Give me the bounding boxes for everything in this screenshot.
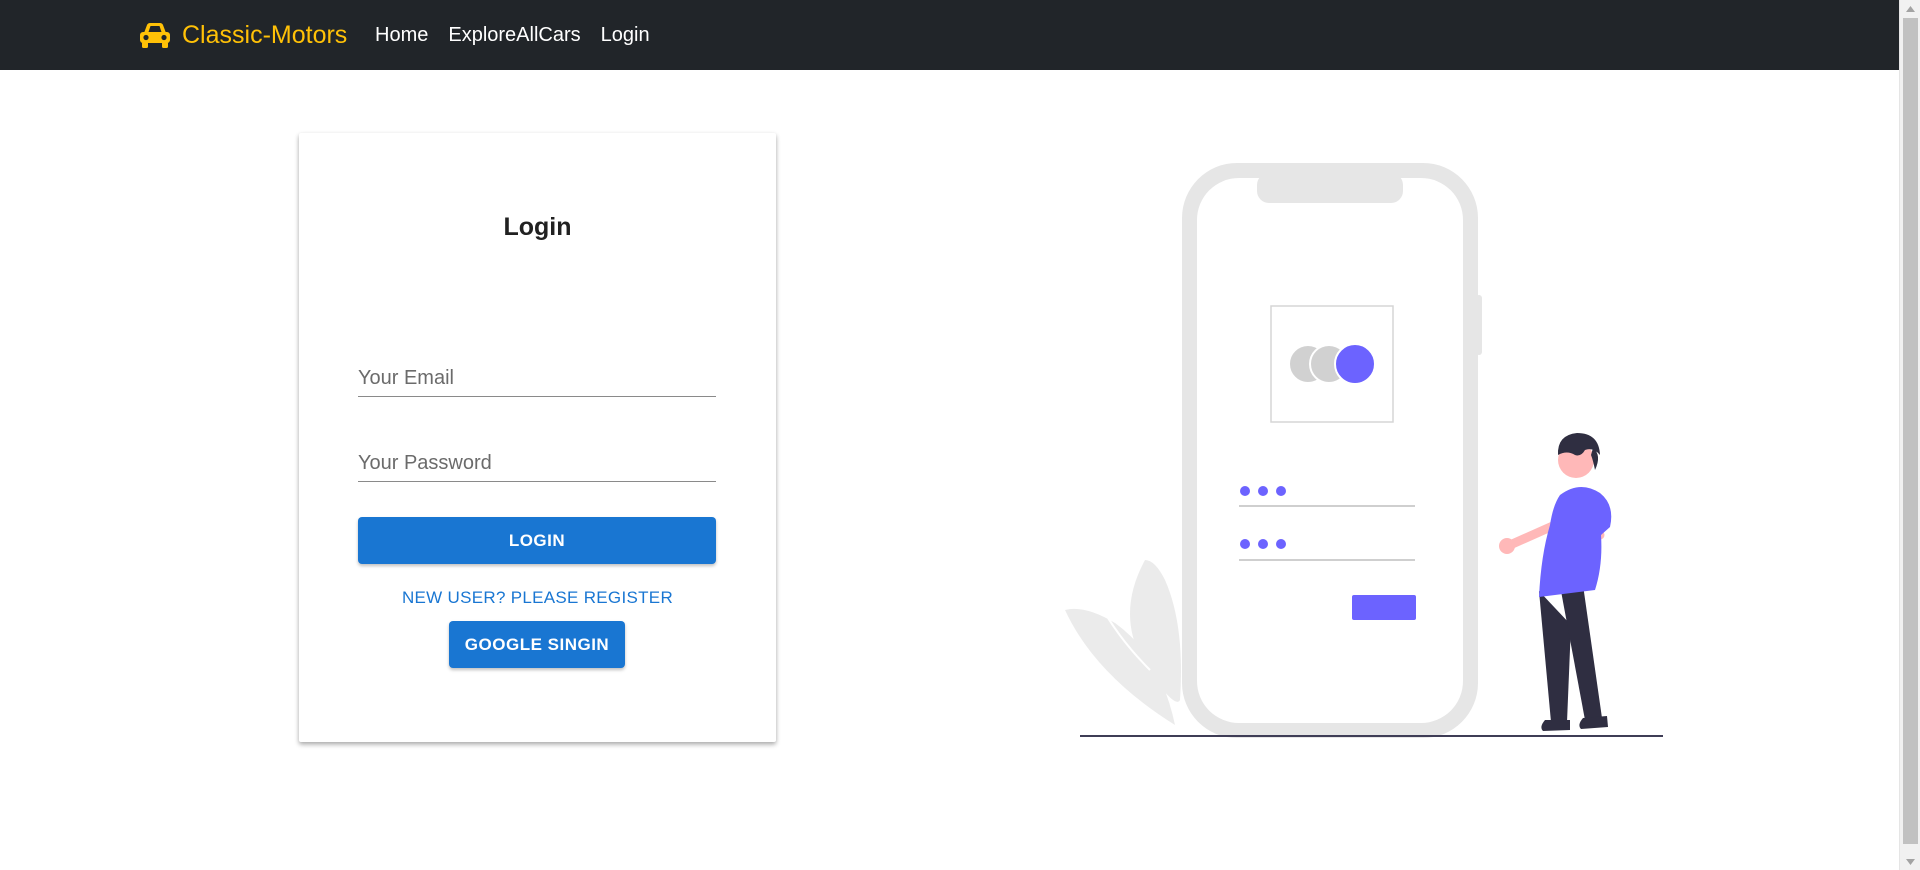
email-field-container [358, 355, 716, 397]
phone-graphic [1182, 163, 1482, 738]
brand-link[interactable]: Classic-Motors [138, 0, 347, 70]
person-figure [1499, 433, 1612, 731]
car-icon [140, 23, 170, 48]
vertical-scrollbar[interactable] [1899, 0, 1920, 870]
login-button[interactable]: LOGIN [358, 517, 716, 564]
leaf-decoration [1065, 560, 1181, 725]
login-card: Login LOGIN NEW USER? PLEASE REGISTER GO… [299, 133, 776, 742]
nav-link-explore-all-cars[interactable]: ExploreAllCars [448, 24, 580, 47]
brand-label: Classic-Motors [182, 20, 348, 49]
top-navbar: Classic-Motors Home ExploreAllCars Login [0, 0, 1899, 70]
scroll-up-icon[interactable] [1900, 0, 1920, 17]
login-title: Login [503, 213, 572, 241]
nav-links: Home ExploreAllCars Login [375, 0, 670, 70]
nav-link-login[interactable]: Login [601, 24, 650, 47]
email-input[interactable] [358, 367, 716, 390]
password-field-container [358, 440, 716, 482]
google-signin-button[interactable]: GOOGLE SINGIN [449, 621, 625, 668]
password-input[interactable] [358, 452, 716, 475]
scroll-down-icon[interactable] [1900, 853, 1920, 870]
phone-login-illustration [1065, 163, 1663, 738]
register-link[interactable]: NEW USER? PLEASE REGISTER [299, 588, 776, 608]
nav-link-home[interactable]: Home [375, 24, 428, 47]
scroll-thumb[interactable] [1903, 18, 1918, 844]
